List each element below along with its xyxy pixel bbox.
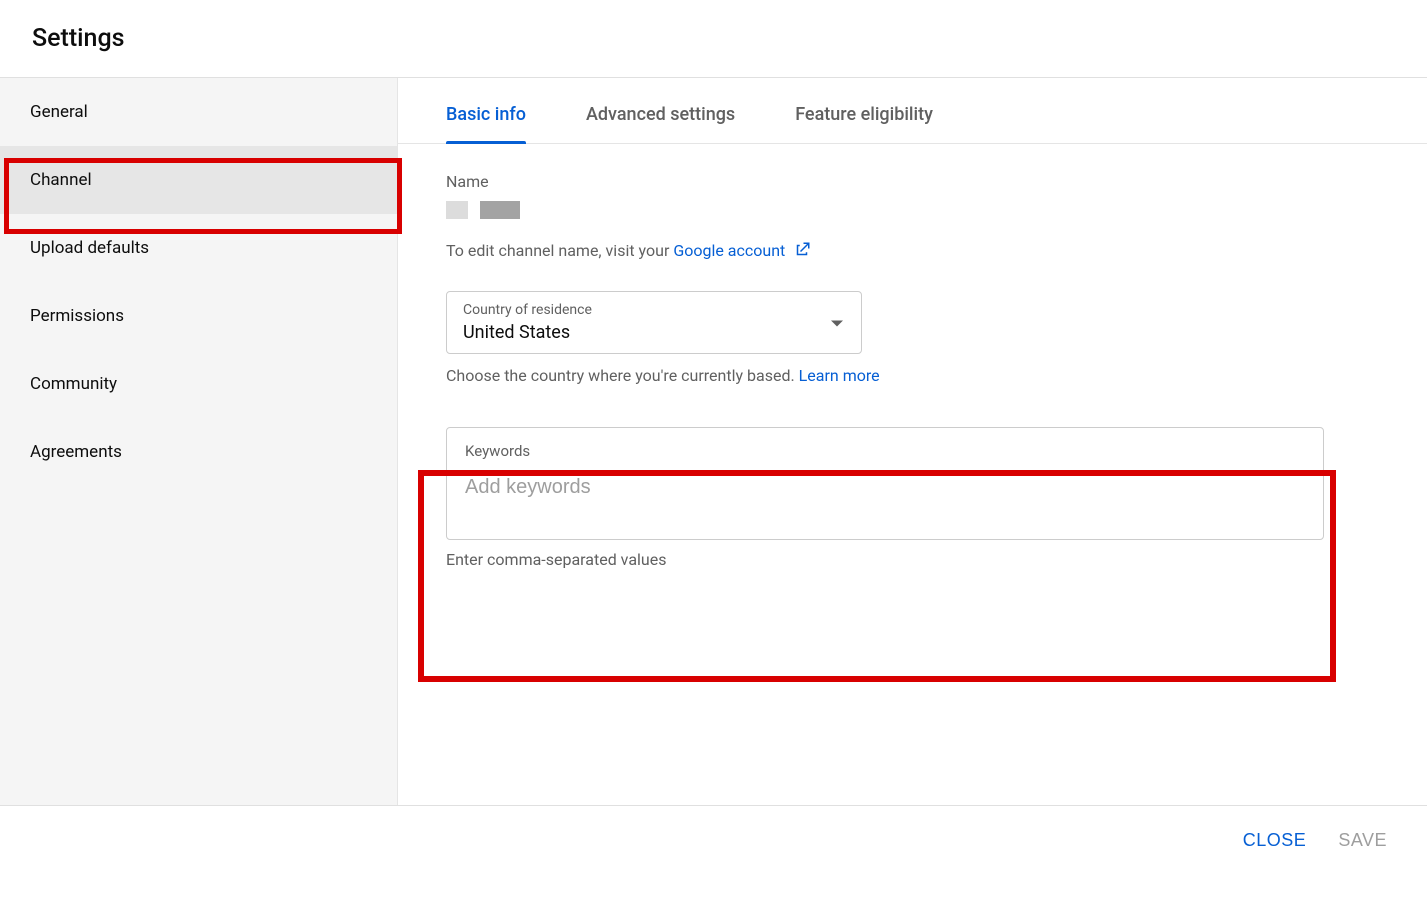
redacted-block xyxy=(446,201,468,219)
hint-text: To edit channel name, visit your xyxy=(446,241,673,260)
settings-sidebar: General Channel Upload defaults Permissi… xyxy=(0,78,398,805)
sidebar-item-agreements[interactable]: Agreements xyxy=(0,418,397,486)
save-button[interactable]: Save xyxy=(1338,830,1387,851)
tab-advanced-settings[interactable]: Advanced settings xyxy=(586,104,735,143)
sidebar-item-label: Agreements xyxy=(30,442,122,462)
chevron-down-icon xyxy=(831,313,843,332)
settings-main: Basic info Advanced settings Feature eli… xyxy=(398,78,1427,805)
country-label: Country of residence xyxy=(463,302,845,318)
sidebar-item-permissions[interactable]: Permissions xyxy=(0,282,397,350)
name-label: Name xyxy=(446,172,1379,191)
country-helper: Choose the country where you're currentl… xyxy=(446,366,1379,385)
external-link-icon xyxy=(793,241,811,263)
tabs-row: Basic info Advanced settings Feature eli… xyxy=(398,78,1427,144)
sidebar-item-general[interactable]: General xyxy=(0,78,397,146)
keywords-field[interactable]: Keywords xyxy=(446,427,1324,540)
country-value: United States xyxy=(463,322,845,343)
sidebar-item-label: Channel xyxy=(30,170,92,190)
keywords-label: Keywords xyxy=(465,442,1305,460)
sidebar-item-label: Permissions xyxy=(30,306,124,326)
tab-basic-info[interactable]: Basic info xyxy=(446,104,526,143)
learn-more-link[interactable]: Learn more xyxy=(799,366,880,385)
link-text: Learn more xyxy=(799,366,880,385)
sidebar-item-upload-defaults[interactable]: Upload defaults xyxy=(0,214,397,282)
helper-text: Choose the country where you're currentl… xyxy=(446,366,799,385)
edit-name-hint: To edit channel name, visit your Google … xyxy=(446,241,1379,263)
tab-label: Feature eligibility xyxy=(795,104,933,125)
sidebar-item-label: General xyxy=(30,102,88,122)
channel-name-redacted xyxy=(446,201,1379,219)
google-account-link[interactable]: Google account xyxy=(673,241,811,260)
sidebar-item-label: Upload defaults xyxy=(30,238,149,258)
keywords-input[interactable] xyxy=(465,476,1305,499)
sidebar-item-community[interactable]: Community xyxy=(0,350,397,418)
tab-feature-eligibility[interactable]: Feature eligibility xyxy=(795,104,933,143)
tab-label: Advanced settings xyxy=(586,104,735,125)
close-button[interactable]: Close xyxy=(1243,830,1307,851)
dialog-footer: Close Save xyxy=(0,805,1427,875)
sidebar-item-channel[interactable]: Channel xyxy=(0,146,397,214)
sidebar-item-label: Community xyxy=(30,374,117,394)
keywords-helper: Enter comma-separated values xyxy=(446,550,1379,569)
country-select[interactable]: Country of residence United States xyxy=(446,291,862,354)
tab-label: Basic info xyxy=(446,104,526,125)
page-title: Settings xyxy=(32,24,1395,53)
link-text: Google account xyxy=(673,241,785,260)
settings-header: Settings xyxy=(0,0,1427,78)
redacted-block xyxy=(480,201,520,219)
